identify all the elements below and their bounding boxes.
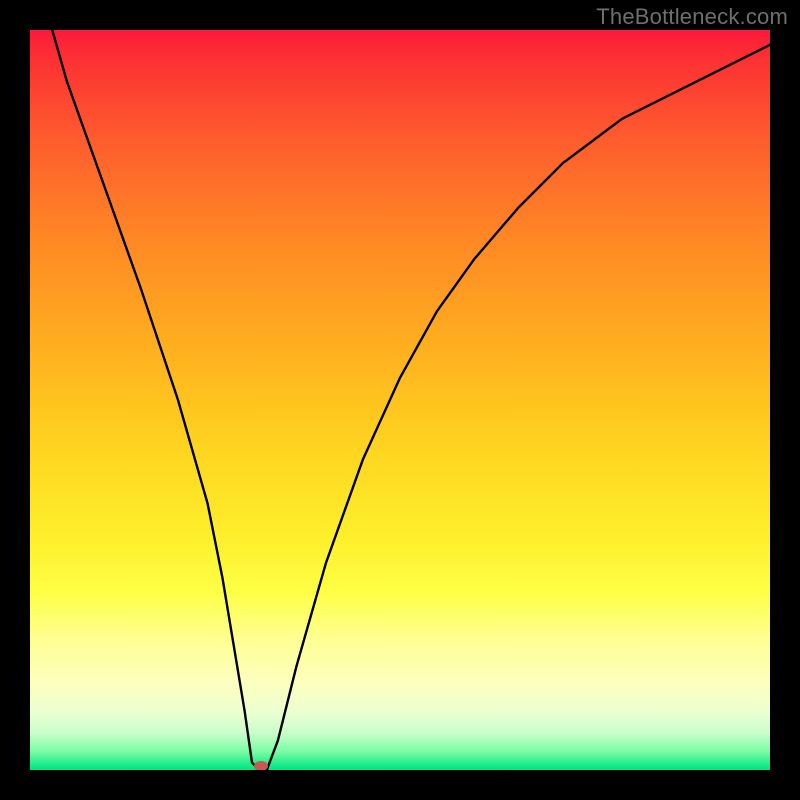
watermark-text: TheBottleneck.com <box>596 4 788 30</box>
bottleneck-curve <box>52 30 770 770</box>
curve-svg <box>30 30 770 770</box>
chart-frame: TheBottleneck.com <box>0 0 800 800</box>
optimum-marker <box>254 761 268 770</box>
plot-area <box>30 30 770 770</box>
